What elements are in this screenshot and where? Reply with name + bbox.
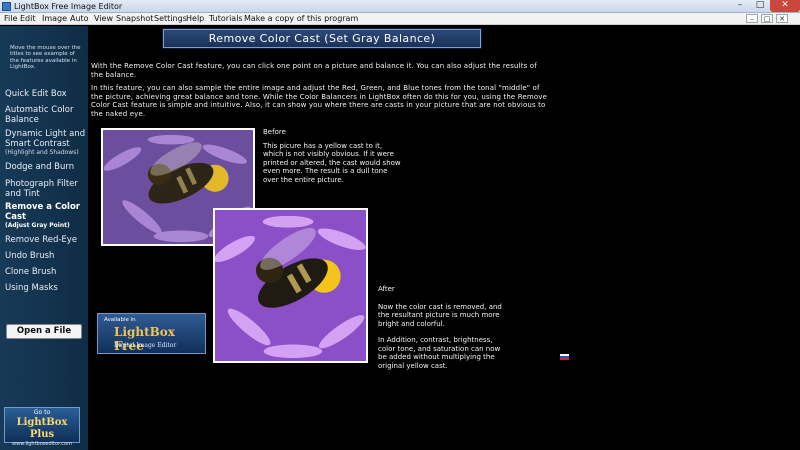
sidebar-item-quick-edit-box[interactable]: Quick Edit Box	[5, 89, 87, 100]
sidebar-item-label: Automatic Color Balance	[5, 105, 74, 125]
sidebar-item-label: Remove Red-Eye	[5, 235, 78, 245]
sidebar-item-sublabel: (Highlight and Shadows)	[5, 149, 79, 156]
plus-badge-url: www.lightboxeditor.com	[12, 441, 72, 447]
open-file-button[interactable]: Open a File	[6, 324, 82, 339]
detail-paragraph: In this feature, you can also sample the…	[91, 84, 548, 118]
mdi-minimize-button[interactable]: –	[746, 14, 758, 23]
intro-paragraph: With the Remove Color Cast feature, you …	[91, 62, 537, 79]
sidebar-hint: Move the mouse over the titles to see ex…	[10, 45, 81, 71]
sidebar-item-automatic-color-balance[interactable]: Automatic Color Balance	[5, 105, 87, 125]
title-bar: LightBox Free Image Editor – □ ✕	[0, 0, 800, 13]
sidebar-item-dodge-and-burn[interactable]: Dodge and Burn	[5, 162, 87, 173]
sidebar-item-label: Photograph Filter and Tint	[5, 179, 78, 199]
before-text: This picure has a yellow cast to it, whi…	[263, 141, 401, 184]
maximize-button[interactable]: □	[750, 0, 770, 12]
page-title: Remove Color Cast (Set Gray Balance)	[163, 29, 481, 48]
minimize-button[interactable]: –	[730, 0, 750, 12]
plus-badge-name: LightBox Plus	[16, 417, 68, 440]
menu-snapshot[interactable]: Snapshot	[116, 13, 153, 24]
menu-make-copy[interactable]: Make a copy of this program	[244, 13, 358, 24]
mdi-controls: – □ ✕	[744, 13, 800, 25]
menu-view[interactable]: View	[94, 13, 113, 24]
before-caption: Before This picure has a yellow cast to …	[263, 128, 403, 184]
russian-flag-icon[interactable]	[560, 354, 569, 360]
app-window: LightBox Free Image Editor – □ ✕ File Ed…	[0, 0, 800, 450]
window-title: LightBox Free Image Editor	[14, 2, 123, 11]
menu-help[interactable]: Help	[186, 13, 204, 24]
lightbox-plus-link[interactable]: Go to LightBox Plus www.lightboxeditor.c…	[4, 407, 80, 447]
menu-bar: File Edit Image Auto View Snapshot Setti…	[0, 13, 800, 25]
menu-tutorials[interactable]: Tutorials	[209, 13, 243, 24]
free-badge-available: Available in	[104, 317, 136, 323]
free-badge-tagline: Digital Image Editor	[114, 342, 177, 349]
menu-edit[interactable]: Edit	[20, 13, 36, 24]
sidebar-item-remove-red-eye[interactable]: Remove Red-Eye	[5, 235, 87, 246]
sidebar-item-sublabel: (Adjust Gray Point)	[5, 222, 70, 229]
content-pane: Remove Color Cast (Set Gray Balance) Wit…	[89, 26, 800, 450]
sidebar-item-undo-brush[interactable]: Undo Brush	[5, 251, 87, 262]
after-text-1: Now the color cast is removed, and the r…	[378, 302, 502, 328]
sidebar: Move the mouse over the titles to see ex…	[0, 26, 88, 450]
lightbox-free-badge: Available in LightBox Free Digital Image…	[97, 313, 206, 354]
sidebar-item-label: Undo Brush	[5, 251, 55, 261]
after-text-2: In Addition, contrast, brightness, color…	[378, 336, 501, 370]
sidebar-item-label: Clone Brush	[5, 267, 57, 277]
before-title: Before	[263, 128, 286, 136]
mdi-restore-button[interactable]: □	[761, 14, 773, 23]
after-image	[213, 208, 368, 363]
sidebar-item-photograph-filter[interactable]: Photograph Filter and Tint	[5, 179, 87, 199]
app-icon	[2, 2, 11, 11]
sidebar-item-label: Remove a Color Cast	[5, 202, 80, 222]
menu-image[interactable]: Image	[42, 13, 67, 24]
after-title: After	[378, 285, 395, 293]
sidebar-item-label: Dynamic Light and Smart Contrast	[5, 129, 86, 149]
sidebar-item-using-masks[interactable]: Using Masks	[5, 283, 87, 294]
plus-badge-goto: Go to	[33, 409, 51, 416]
sidebar-item-label: Quick Edit Box	[5, 89, 67, 99]
after-caption: After Now the color cast is removed, and…	[378, 285, 508, 370]
mdi-close-button[interactable]: ✕	[776, 14, 788, 23]
menu-auto[interactable]: Auto	[70, 13, 89, 24]
sidebar-item-label: Dodge and Burn	[5, 162, 75, 172]
sidebar-item-remove-color-cast[interactable]: Remove a Color Cast (Adjust Gray Point)	[5, 202, 87, 229]
sidebar-item-clone-brush[interactable]: Clone Brush	[5, 267, 87, 278]
menu-settings[interactable]: Settings	[154, 13, 187, 24]
close-button[interactable]: ✕	[770, 0, 800, 12]
sidebar-item-label: Using Masks	[5, 283, 58, 293]
menu-file[interactable]: File	[4, 13, 17, 24]
sidebar-item-dynamic-light[interactable]: Dynamic Light and Smart Contrast (Highli…	[5, 129, 87, 156]
